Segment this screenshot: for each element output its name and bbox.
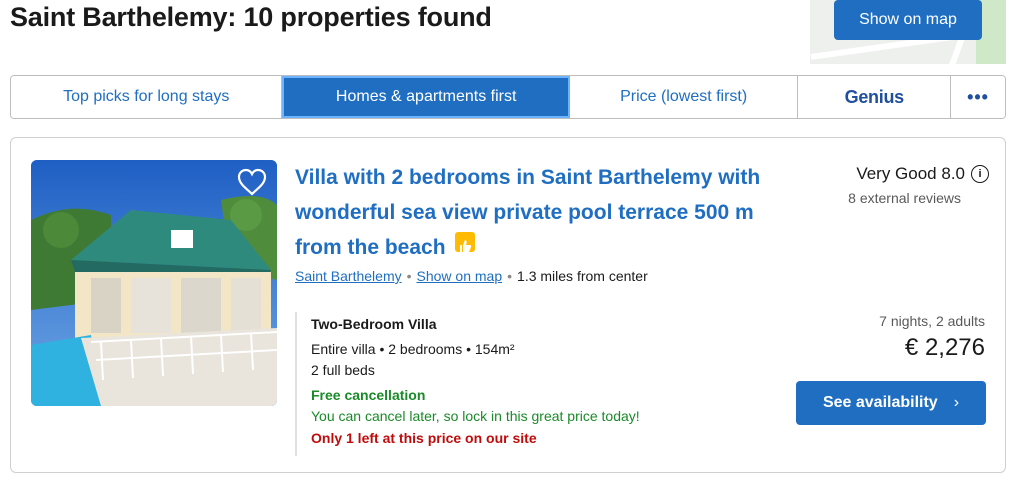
cancellation-note: You can cancel later, so lock in this gr… <box>311 408 640 424</box>
location-row: Saint Barthelemy • Show on map • 1.3 miles f… <box>295 268 648 284</box>
thumbs-up-icon <box>455 232 476 252</box>
show-on-map-link[interactable]: Show on map <box>417 268 503 284</box>
location-link[interactable]: Saint Barthelemy <box>295 268 402 284</box>
property-card: Villa with 2 bedrooms in Saint Barthelem… <box>10 137 1006 473</box>
tab-genius[interactable]: Genius <box>798 76 952 118</box>
sort-bar: Top picks for long stays Homes & apartme… <box>10 75 1006 119</box>
scarcity-message: Only 1 left at this price on our site <box>311 430 537 446</box>
rating-text: Very Good 8.0 <box>856 164 965 183</box>
separator-dot: • <box>406 268 412 284</box>
price: € 2,276 <box>904 334 985 361</box>
property-title-link[interactable]: Villa with 2 bedrooms in Saint Barthelem… <box>295 160 795 265</box>
tab-top-picks[interactable]: Top picks for long stays <box>11 76 283 118</box>
property-photo[interactable] <box>31 160 277 406</box>
room-name: Two-Bedroom Villa <box>311 316 437 332</box>
page-title: Saint Barthelemy: 10 properties found <box>10 2 492 32</box>
room-beds: 2 full beds <box>311 362 375 378</box>
more-options-icon: ••• <box>967 86 989 107</box>
tab-homes-apartments-first[interactable]: Homes & apartments first <box>282 76 570 118</box>
rating-block[interactable]: Very Good 8.0 i 8 external reviews <box>771 164 989 206</box>
stay-info: 7 nights, 2 adults <box>879 313 985 329</box>
room-details: Two-Bedroom Villa Entire villa • 2 bedro… <box>295 312 725 456</box>
villa-photo-image <box>31 160 277 406</box>
property-title[interactable]: Villa with 2 bedrooms in Saint Barthelem… <box>295 166 760 259</box>
show-on-map-button[interactable]: Show on map <box>834 0 982 40</box>
heart-icon[interactable] <box>237 168 267 196</box>
tab-more[interactable]: ••• <box>951 76 1005 118</box>
tab-price-lowest[interactable]: Price (lowest first) <box>569 76 799 118</box>
separator-dot: • <box>507 268 513 284</box>
review-count: 8 external reviews <box>848 190 961 206</box>
free-cancellation-label: Free cancellation <box>311 387 426 403</box>
see-availability-label: See availability <box>822 394 938 411</box>
genius-logo: Genius <box>844 86 905 107</box>
distance-text: 1.3 miles from center <box>517 268 648 284</box>
room-description: Entire villa • 2 bedrooms • 154m² <box>311 341 515 357</box>
info-icon[interactable]: i <box>971 165 989 183</box>
see-availability-button[interactable]: See availability › <box>796 381 986 425</box>
chevron-right-icon: › <box>953 394 960 411</box>
